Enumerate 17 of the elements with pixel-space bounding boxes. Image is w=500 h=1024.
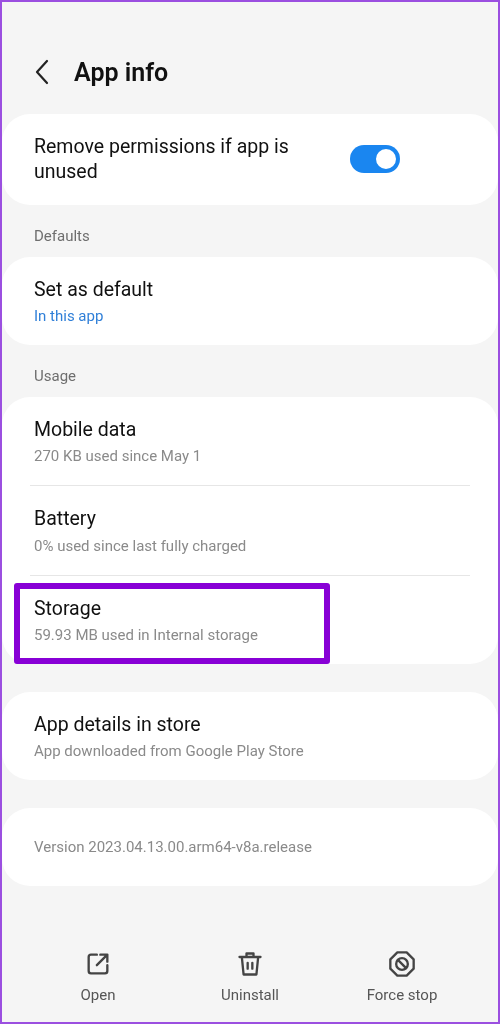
page-title: App info (74, 57, 169, 87)
action-button[interactable]: Open (22, 944, 174, 1010)
settings-item[interactable]: Mobile data 270 KB used since May 1 (2, 397, 498, 486)
action-button[interactable]: Force stop (326, 944, 478, 1010)
settings-item[interactable]: Storage 59.93 MB used in Internal storage (2, 575, 498, 665)
trash-icon (236, 950, 264, 978)
version-text: Version 2023.04.13.00.arm64-v8a.release (33, 837, 313, 859)
section-heading: Defaults (33, 225, 91, 247)
settings-item[interactable]: Set as default In this app (2, 256, 498, 346)
settings-item[interactable]: App details in store App downloaded from Google Play Store (2, 692, 498, 781)
section-heading: Usage (33, 366, 77, 388)
back-icon[interactable] (34, 58, 50, 86)
toggle-switch[interactable] (350, 145, 400, 174)
setting-label: Remove permissions if app is unused (34, 134, 290, 185)
action-button[interactable]: Uninstall (174, 944, 326, 1010)
stop-icon (388, 950, 416, 978)
settings-item[interactable]: Battery 0% used since last fully charged (2, 486, 498, 575)
